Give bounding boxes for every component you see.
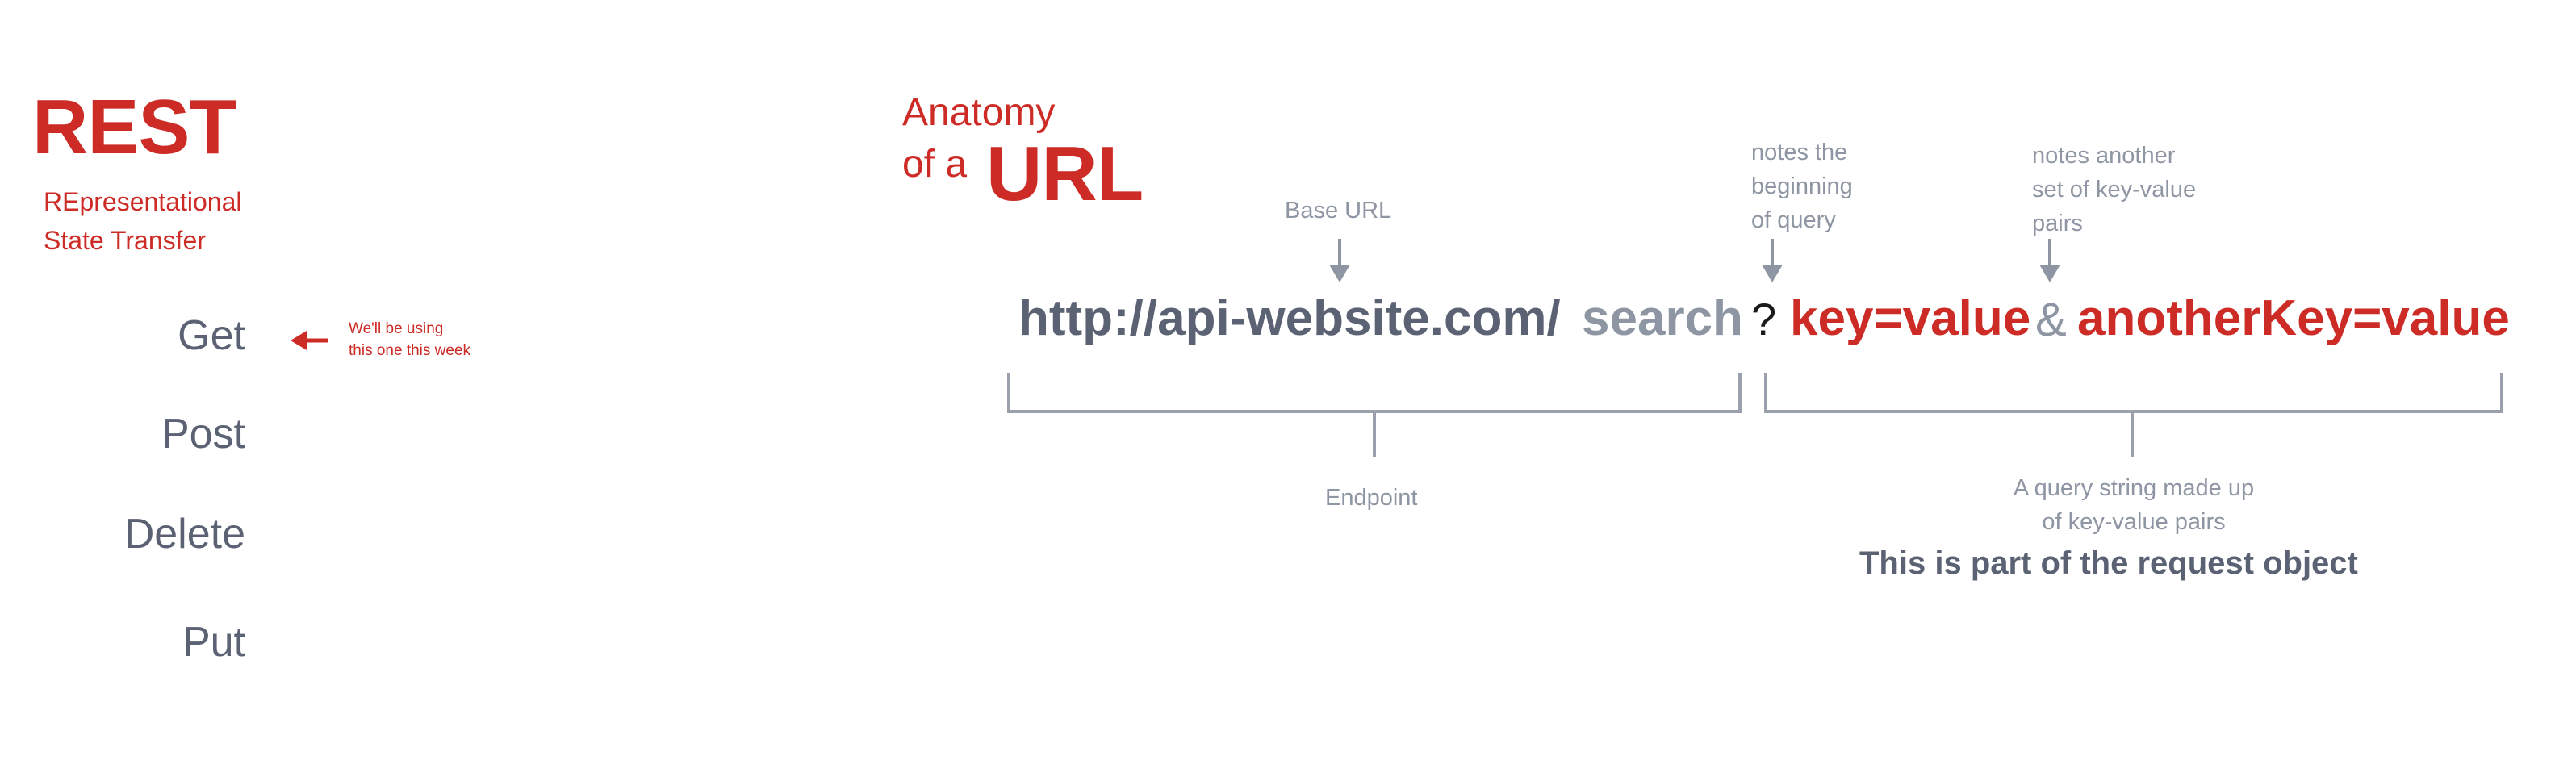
query-start-arrow-icon [1762, 239, 1783, 282]
query-string-bracket [1764, 373, 2503, 457]
another-pair-arrow-icon [2039, 239, 2060, 282]
endpoint-bracket [1007, 373, 1742, 457]
get-note-arrow-icon [291, 331, 328, 350]
diagram-lines [291, 239, 2503, 457]
base-url-arrow-icon [1329, 239, 1350, 282]
